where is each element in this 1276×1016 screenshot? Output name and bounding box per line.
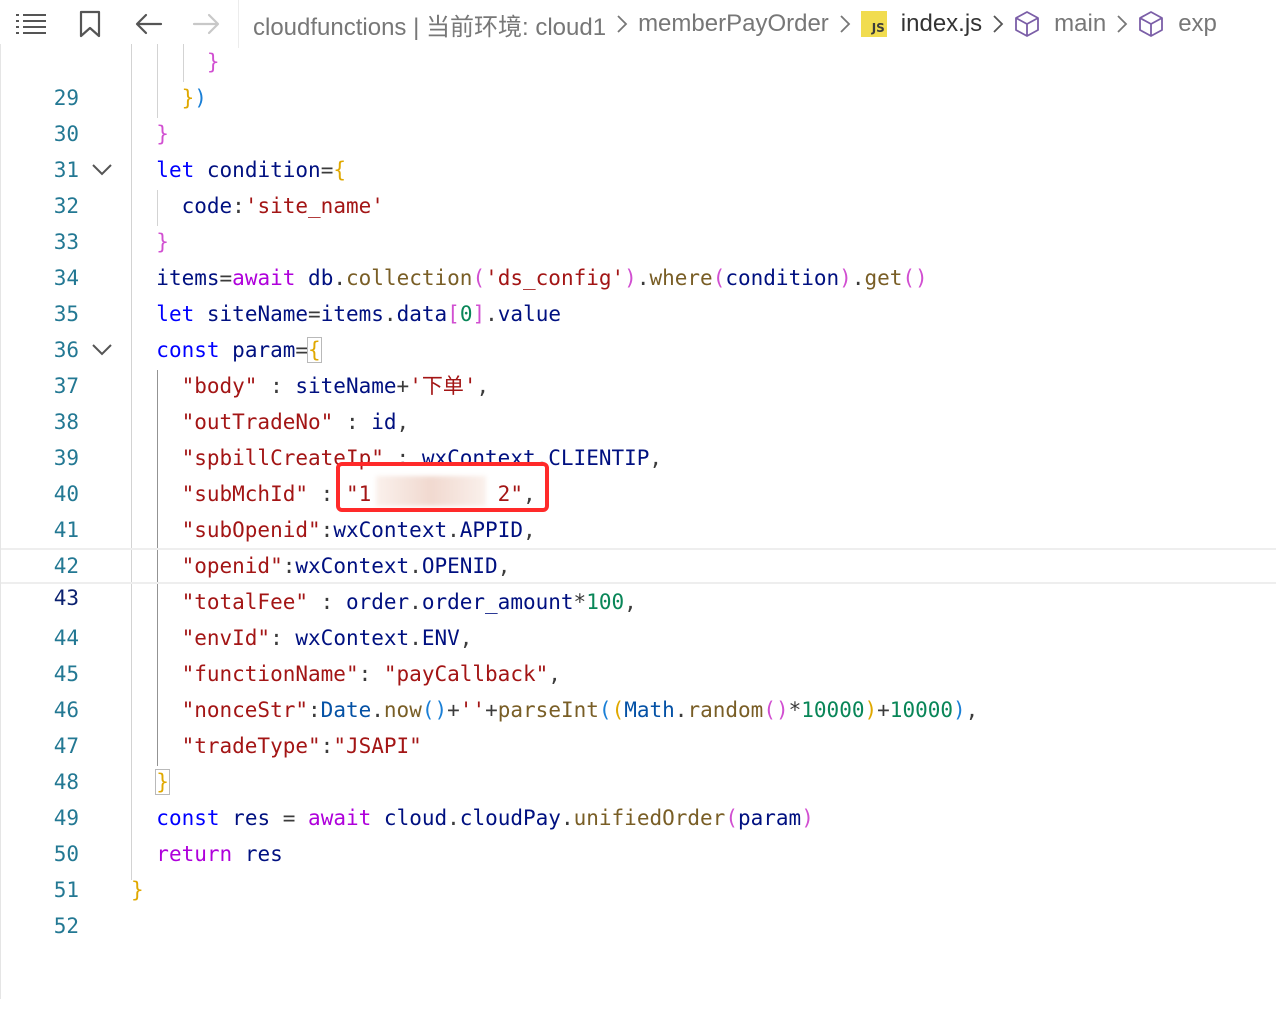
cube-symbol-icon xyxy=(1014,10,1040,38)
code-text: } xyxy=(206,50,220,74)
code-line: 50 const res = await cloud.cloudPay.unif… xyxy=(1,800,1276,866)
breadcrumb: cloudfunctions | 当前环境: cloud1 memberPayO… xyxy=(253,0,1217,48)
back-arrow-icon[interactable] xyxy=(118,0,180,48)
code-line: 39 "outTradeNo" : id, xyxy=(1,404,1276,470)
breadcrumb-symbol-export[interactable]: exp xyxy=(1178,10,1217,38)
code-text: }) xyxy=(181,86,207,110)
code-line: 41 "subMchId" : "1 2", xyxy=(1,476,1276,542)
code-text: let siteName=items.data[0].value xyxy=(156,302,561,326)
code-line: 44 "totalFee" : order.order_amount*100, xyxy=(1,584,1276,650)
code-text: "openid":wxContext.OPENID, xyxy=(181,554,511,578)
code-line: 49 } xyxy=(1,764,1276,830)
bookmark-icon[interactable] xyxy=(62,0,118,48)
code-text: "functionName": "payCallback", xyxy=(181,662,561,686)
javascript-file-icon: JS xyxy=(860,11,887,37)
code-line: 38 "body" : siteName+'下单', xyxy=(1,368,1276,434)
code-text: const param={ xyxy=(156,337,322,363)
breadcrumb-file[interactable]: index.js xyxy=(901,10,982,38)
code-line: 46 "functionName": "payCallback", xyxy=(1,656,1276,722)
code-line: 42 "subOpenid":wxContext.APPID, xyxy=(1,512,1276,578)
code-text: const res = await cloud.cloudPay.unified… xyxy=(156,806,814,830)
code-text: "totalFee" : order.order_amount*100, xyxy=(181,590,637,614)
code-line: 34 } xyxy=(1,224,1276,290)
code-text: code:'site_name' xyxy=(181,194,384,218)
breadcrumb-folder[interactable]: memberPayOrder xyxy=(638,10,829,38)
code-text: } xyxy=(156,230,169,254)
chevron-right-icon xyxy=(616,14,628,34)
code-line: 45 "envId": wxContext.ENV, xyxy=(1,620,1276,686)
code-text: "outTradeNo" : id, xyxy=(181,410,410,434)
code-line: 30 }) xyxy=(1,80,1276,146)
code-line-current: 43 "openid":wxContext.OPENID, xyxy=(1,548,1276,610)
fold-chevron-icon[interactable] xyxy=(91,152,113,188)
breadcrumb-root[interactable]: cloudfunctions | 当前环境: cloud1 xyxy=(253,7,606,42)
code-text: "nonceStr":Date.now()+''+parseInt((Math.… xyxy=(181,698,979,722)
code-text: } xyxy=(131,878,144,902)
code-text: } xyxy=(155,769,170,795)
list-icon[interactable] xyxy=(0,0,62,48)
code-line: 51 return res xyxy=(1,836,1276,902)
chevron-right-icon xyxy=(1116,14,1128,34)
code-line: 36 let siteName=items.data[0].value xyxy=(1,296,1276,362)
forward-arrow-icon[interactable] xyxy=(180,0,232,48)
line-number: 52 xyxy=(53,914,79,938)
chevron-right-icon xyxy=(839,14,851,34)
code-line: 35 items=await db.collection('ds_config'… xyxy=(1,260,1276,326)
code-text: items=await db.collection('ds_config').w… xyxy=(156,266,928,290)
code-line: 37 const param={ xyxy=(1,332,1276,398)
code-line: 29 } xyxy=(1,44,1276,110)
code-line: 32 let condition={ xyxy=(1,152,1276,218)
code-line: 48 "tradeType":"JSAPI" xyxy=(1,728,1276,794)
code-text: } xyxy=(156,122,169,146)
code-text: "subOpenid":wxContext.APPID, xyxy=(181,518,536,542)
code-line: 31 } xyxy=(1,116,1276,182)
toolbar-divider xyxy=(238,0,239,48)
code-line: 47 "nonceStr":Date.now()+''+parseInt((Ma… xyxy=(1,692,1276,758)
code-text: "body" : siteName+'下单', xyxy=(181,374,490,398)
breadcrumb-symbol-main[interactable]: main xyxy=(1054,10,1106,38)
code-line: 33 code:'site_name' xyxy=(1,188,1276,254)
code-text: "envId": wxContext.ENV, xyxy=(181,626,473,650)
annotation-highlight-box xyxy=(336,462,549,512)
fold-chevron-icon[interactable] xyxy=(91,332,113,368)
cube-symbol-icon xyxy=(1138,10,1164,38)
code-text: return res xyxy=(156,842,283,866)
code-text: let condition={ xyxy=(156,158,346,182)
code-line: 52 } xyxy=(1,872,1276,938)
code-text: "tradeType":"JSAPI" xyxy=(181,734,422,758)
code-editor[interactable]: 29 } 30 }) 31 } 32 let condition={ 33 co… xyxy=(0,44,1276,999)
chevron-right-icon xyxy=(992,14,1004,34)
editor-toolbar: cloudfunctions | 当前环境: cloud1 memberPayO… xyxy=(0,0,1276,48)
code-line: 40 "spbillCreateIp" : wxContext.CLIENTIP… xyxy=(1,440,1276,506)
